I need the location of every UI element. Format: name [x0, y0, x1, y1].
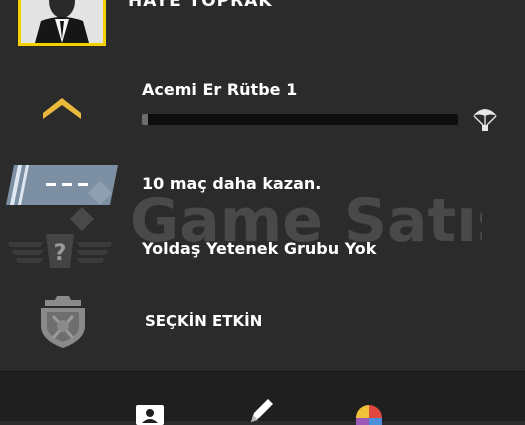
- rank-progress-bar: [142, 114, 458, 125]
- rank-label: Acemi Er Rütbe 1: [142, 80, 298, 99]
- skill-badge-text: ?: [54, 241, 67, 266]
- profile-icon[interactable]: [136, 405, 164, 425]
- player-name: HAYE TOPRAK: [128, 0, 273, 11]
- rank-progress-fill: [142, 114, 149, 125]
- avatar-portrait-icon: [21, 0, 103, 43]
- skill-group-wings-icon: ?: [8, 234, 112, 268]
- bottom-toolbar: [0, 371, 525, 425]
- rank-chevron-icon: [43, 98, 81, 119]
- unranked-badge-icon: [6, 165, 118, 205]
- wins-needed-label: 10 maç daha kazan.: [142, 174, 322, 193]
- elite-shield-icon: [41, 296, 85, 348]
- skill-group-label: Yoldaş Yetenek Grubu Yok: [142, 239, 377, 258]
- avatar[interactable]: [18, 0, 106, 46]
- color-palette-icon[interactable]: [356, 405, 382, 425]
- pencil-icon[interactable]: [247, 396, 275, 422]
- elite-status-label: SEÇKİN ETKİN: [145, 312, 263, 330]
- paradrop-icon[interactable]: [470, 104, 500, 134]
